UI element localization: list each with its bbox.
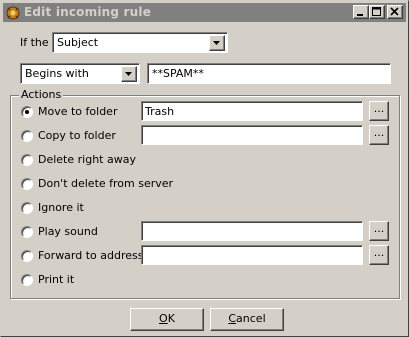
radio-label-move[interactable]: Move to folder bbox=[38, 105, 117, 118]
radio-label-print[interactable]: Print it bbox=[38, 273, 74, 286]
radio-print[interactable] bbox=[21, 274, 33, 286]
browse-button-move[interactable]: ... bbox=[369, 101, 389, 121]
field-dropdown-button[interactable] bbox=[209, 35, 225, 51]
radio-label-keep[interactable]: Don't delete from server bbox=[38, 177, 173, 190]
window-title: Edit incoming rule bbox=[24, 5, 152, 19]
radio-label-ignore[interactable]: Ignore it bbox=[38, 201, 84, 214]
radio-sound[interactable] bbox=[21, 226, 33, 238]
radio-label-sound[interactable]: Play sound bbox=[38, 225, 98, 238]
radio-keep[interactable] bbox=[21, 178, 33, 190]
radio-selected-dot bbox=[25, 110, 29, 114]
edit-rule-window: Edit incoming rule If the Subject Begins… bbox=[0, 0, 409, 337]
chevron-down-icon bbox=[125, 72, 132, 76]
radio-move[interactable] bbox=[21, 106, 33, 118]
ok-button[interactable]: OK bbox=[130, 308, 204, 331]
ok-label-rest: K bbox=[167, 312, 175, 325]
operator-dropdown-button[interactable] bbox=[121, 66, 137, 82]
field-select-value: Subject bbox=[57, 36, 99, 49]
maximize-icon bbox=[372, 7, 381, 16]
cancel-label-rest: ancel bbox=[236, 312, 266, 325]
match-text-value: **SPAM** bbox=[152, 67, 204, 80]
field-select[interactable]: Subject bbox=[52, 32, 228, 53]
operator-select-value: Begins with bbox=[25, 67, 89, 80]
field-value-move: Trash bbox=[145, 105, 175, 118]
close-icon bbox=[390, 7, 399, 16]
field-forward[interactable] bbox=[141, 245, 363, 265]
radio-delete[interactable] bbox=[21, 154, 33, 166]
cancel-mnemonic: C bbox=[228, 312, 237, 325]
chevron-down-icon bbox=[213, 41, 220, 45]
radio-label-copy[interactable]: Copy to folder bbox=[38, 129, 116, 142]
maximize-button[interactable] bbox=[369, 5, 385, 19]
operator-select[interactable]: Begins with bbox=[20, 63, 140, 84]
radio-label-delete[interactable]: Delete right away bbox=[38, 153, 136, 166]
close-button[interactable] bbox=[387, 5, 403, 19]
cancel-button[interactable]: Cancel bbox=[210, 308, 284, 331]
minimize-button[interactable] bbox=[353, 5, 369, 19]
field-move[interactable]: Trash bbox=[141, 101, 363, 121]
title-bar[interactable]: Edit incoming rule bbox=[3, 3, 406, 22]
browse-button-sound[interactable]: ... bbox=[369, 221, 389, 241]
radio-forward[interactable] bbox=[21, 250, 33, 262]
radio-copy[interactable] bbox=[21, 130, 33, 142]
app-icon bbox=[5, 5, 21, 20]
field-copy[interactable] bbox=[141, 125, 363, 145]
radio-ignore[interactable] bbox=[21, 202, 33, 214]
match-text-input[interactable]: **SPAM** bbox=[147, 63, 391, 84]
actions-group-label: Actions bbox=[19, 88, 64, 101]
browse-button-copy[interactable]: ... bbox=[369, 125, 389, 145]
field-sound[interactable] bbox=[141, 221, 363, 241]
browse-button-forward[interactable]: ... bbox=[369, 245, 389, 265]
if-label: If the bbox=[20, 36, 49, 49]
radio-label-forward[interactable]: Forward to address bbox=[38, 249, 144, 262]
ok-mnemonic: O bbox=[159, 312, 168, 325]
minimize-icon bbox=[357, 14, 363, 16]
